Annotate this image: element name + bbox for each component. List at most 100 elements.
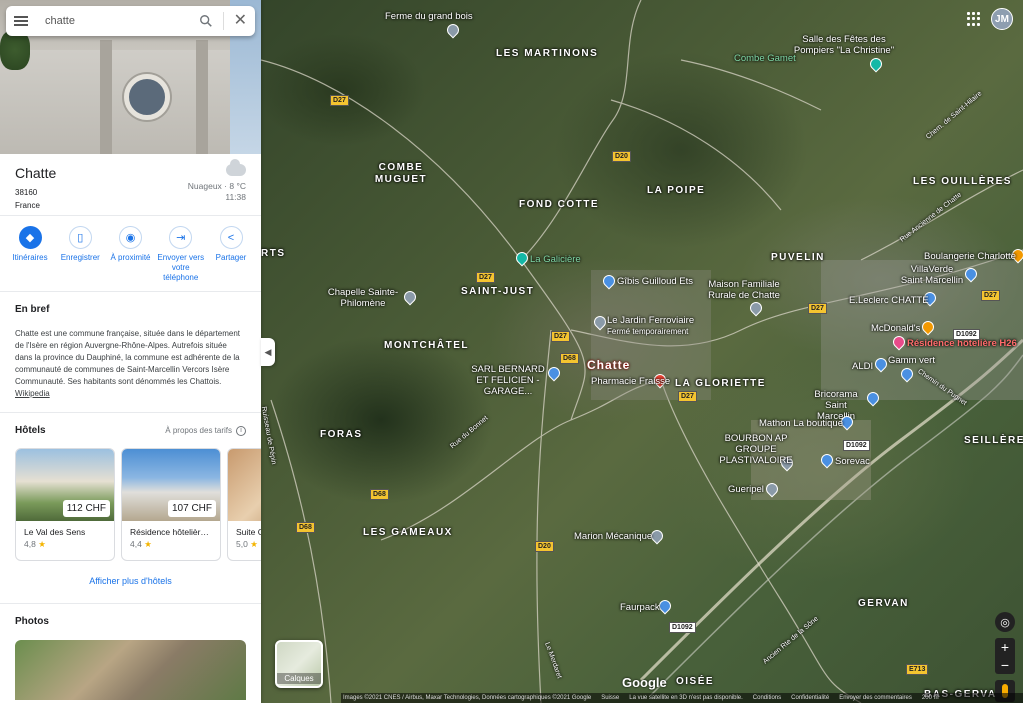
scale-label[interactable]: 200 m [922, 695, 939, 701]
poi-label[interactable]: SARL BERNARD ET FELICIEN - GARAGE... [467, 364, 549, 397]
feedback-link[interactable]: Envoyer des commentaires [839, 695, 912, 701]
zoom-out-button[interactable]: − [995, 656, 1015, 674]
map-place-label: LES GAMEAUX [363, 527, 453, 538]
zoom-in-button[interactable]: + [995, 638, 1015, 656]
road-number: D27 [330, 95, 349, 106]
road-number: E713 [906, 664, 929, 675]
wikipedia-link[interactable]: Wikipedia [15, 389, 50, 398]
map-place-label: OISÉE [676, 676, 715, 687]
map-place-label: LA GLORIETTE [675, 378, 766, 389]
poi-label[interactable]: Chapelle Sainte-Philomène [321, 287, 405, 309]
photos-section: Photos [0, 604, 261, 703]
poi-label[interactable]: Pharmacie Fraisse [591, 376, 670, 387]
my-location-icon[interactable]: ◎ [995, 612, 1015, 632]
road-number: D27 [476, 272, 495, 283]
hotel-photo: 107 CHF [122, 449, 220, 521]
pricing-info-link[interactable]: À propos des tarifs i [165, 425, 246, 436]
nearby-button[interactable]: ◉ À proximité [107, 226, 155, 283]
road-number: D68 [560, 353, 579, 364]
region-link[interactable]: Suisse [601, 695, 619, 701]
hotel-rating: 5,0 ★ [236, 539, 258, 549]
map-place-label: LES MARTINONS [496, 48, 599, 59]
hotel-photo [228, 449, 261, 521]
road-number: D27 [678, 391, 697, 402]
poi-label[interactable]: BOURBON AP GROUPE PLASTIVALOIRE [706, 433, 806, 466]
town-label[interactable]: Chatte [587, 358, 630, 372]
share-button[interactable]: < Partager [207, 226, 255, 283]
layers-button[interactable]: Calques [275, 640, 323, 688]
search-icon[interactable] [199, 14, 213, 28]
road-number: D27 [981, 290, 1000, 301]
poi-label[interactable]: Ferme du grand bois [385, 11, 473, 22]
layers-label: Calques [277, 673, 321, 684]
hotel-rating: 4,4 ★ [130, 539, 152, 549]
poi-label[interactable]: Gamm vert [888, 355, 935, 366]
poi-label[interactable]: Gîbis Guilloud Ets [617, 276, 693, 287]
hotel-card[interactable]: 107 CHF Résidence hôtelièr… 4,4 ★ [121, 448, 221, 561]
search-input[interactable] [45, 15, 193, 27]
send-to-phone-button[interactable]: ⇥ Envoyer vers votre téléphone [157, 226, 205, 283]
poi-label[interactable]: Le Jardin Ferroviaire [607, 315, 694, 326]
chevron-left-icon: ◀ [264, 346, 272, 357]
road-number: D68 [296, 522, 315, 533]
directions-icon: ◆ [18, 226, 42, 249]
hotel-name: Le Val des Sens [24, 527, 86, 537]
more-hotels-link[interactable]: Afficher plus d'hôtels [15, 561, 246, 591]
poi-label[interactable]: Combe Gamet [734, 53, 796, 64]
poi-label[interactable]: Gueripel [728, 484, 764, 495]
action-bar: ◆ Itinéraires ▯ Enregistrer ◉ À proximit… [0, 216, 261, 292]
poi-label[interactable]: Mathon La boutique [759, 418, 843, 429]
avatar[interactable]: JM [991, 8, 1013, 30]
collapse-panel-button[interactable]: ◀ [261, 338, 275, 366]
poi-label[interactable]: Boulangerie Charlotte [924, 251, 1016, 262]
poi-label[interactable]: McDonald's [871, 323, 920, 334]
map-attribution: Images ©2021 CNES / Airbus, Maxar Techno… [343, 695, 592, 701]
map-place-label: LES OUILLÈRES [913, 176, 1012, 187]
photos-title: Photos [15, 616, 49, 627]
poi-label[interactable]: Maison Familiale Rurale de Chatte [701, 279, 787, 301]
map-place-label: MONTCHÂTEL [384, 340, 469, 351]
poi-label[interactable]: VillaVerde Saint Marcellin [899, 264, 965, 286]
google-apps-icon[interactable] [967, 12, 981, 26]
hotel-rating: 4,8 ★ [24, 539, 46, 549]
road-number: D1092 [843, 440, 870, 451]
summary-text: Chatte est une commune française, située… [15, 329, 241, 398]
send-to-phone-icon: ⇥ [169, 226, 193, 249]
road-number: D1092 [669, 622, 696, 633]
hotel-price: 107 CHF [167, 500, 216, 517]
road-number: D27 [551, 331, 570, 342]
poi-status-label: Fermé temporairement [607, 327, 689, 336]
map-place-label: FORAS [320, 429, 363, 440]
satellite-map[interactable]: LES MARTINONS COMBE MUGUET FOND COTTE LA… [261, 0, 1023, 703]
poi-label[interactable]: La Galicière [530, 254, 581, 265]
hotel-photo: 112 CHF [16, 449, 114, 521]
hotel-card[interactable]: 112 CHF Le Val des Sens 4,8 ★ [15, 448, 115, 561]
map-place-label: PUVELIN [771, 252, 825, 263]
map-place-label: LA POIPE [647, 185, 706, 196]
directions-button[interactable]: ◆ Itinéraires [6, 226, 54, 283]
menu-icon[interactable] [14, 16, 28, 26]
poi-label[interactable]: Marion Mécanique [574, 531, 652, 542]
star-icon: ★ [250, 539, 258, 549]
place-header: Chatte 38160 France Nuageux · 8 °C 11:38 [0, 154, 261, 216]
hotel-card[interactable]: Suite C 5,0 ★ [227, 448, 261, 561]
cloud-icon [226, 159, 246, 176]
terms-link[interactable]: Conditions [753, 695, 781, 701]
summary-section: En bref Chatte est une commune française… [0, 292, 261, 413]
info-icon: i [236, 425, 246, 436]
poi-label[interactable]: Salle des Fêtes des Pompiers "La Christi… [789, 34, 899, 56]
save-button[interactable]: ▯ Enregistrer [56, 226, 104, 283]
poi-label[interactable]: Sorevac [835, 456, 870, 467]
poi-label[interactable]: Faurpack [620, 602, 660, 613]
poi-label[interactable]: ALDI [852, 361, 873, 372]
close-icon[interactable]: ✕ [234, 13, 247, 29]
nearby-icon: ◉ [119, 226, 142, 249]
map-place-label: RTS [261, 248, 286, 259]
map-place-label: GERVAN [858, 598, 909, 609]
map-footer: Images ©2021 CNES / Airbus, Maxar Techno… [341, 693, 1023, 703]
poi-label[interactable]: E.Leclerc CHATTE [849, 295, 929, 306]
road-number: D1092 [953, 329, 980, 340]
privacy-link[interactable]: Confidentialité [791, 695, 829, 701]
map-place-label: SEILLÈRE [964, 435, 1023, 446]
place-photo[interactable] [15, 640, 246, 700]
